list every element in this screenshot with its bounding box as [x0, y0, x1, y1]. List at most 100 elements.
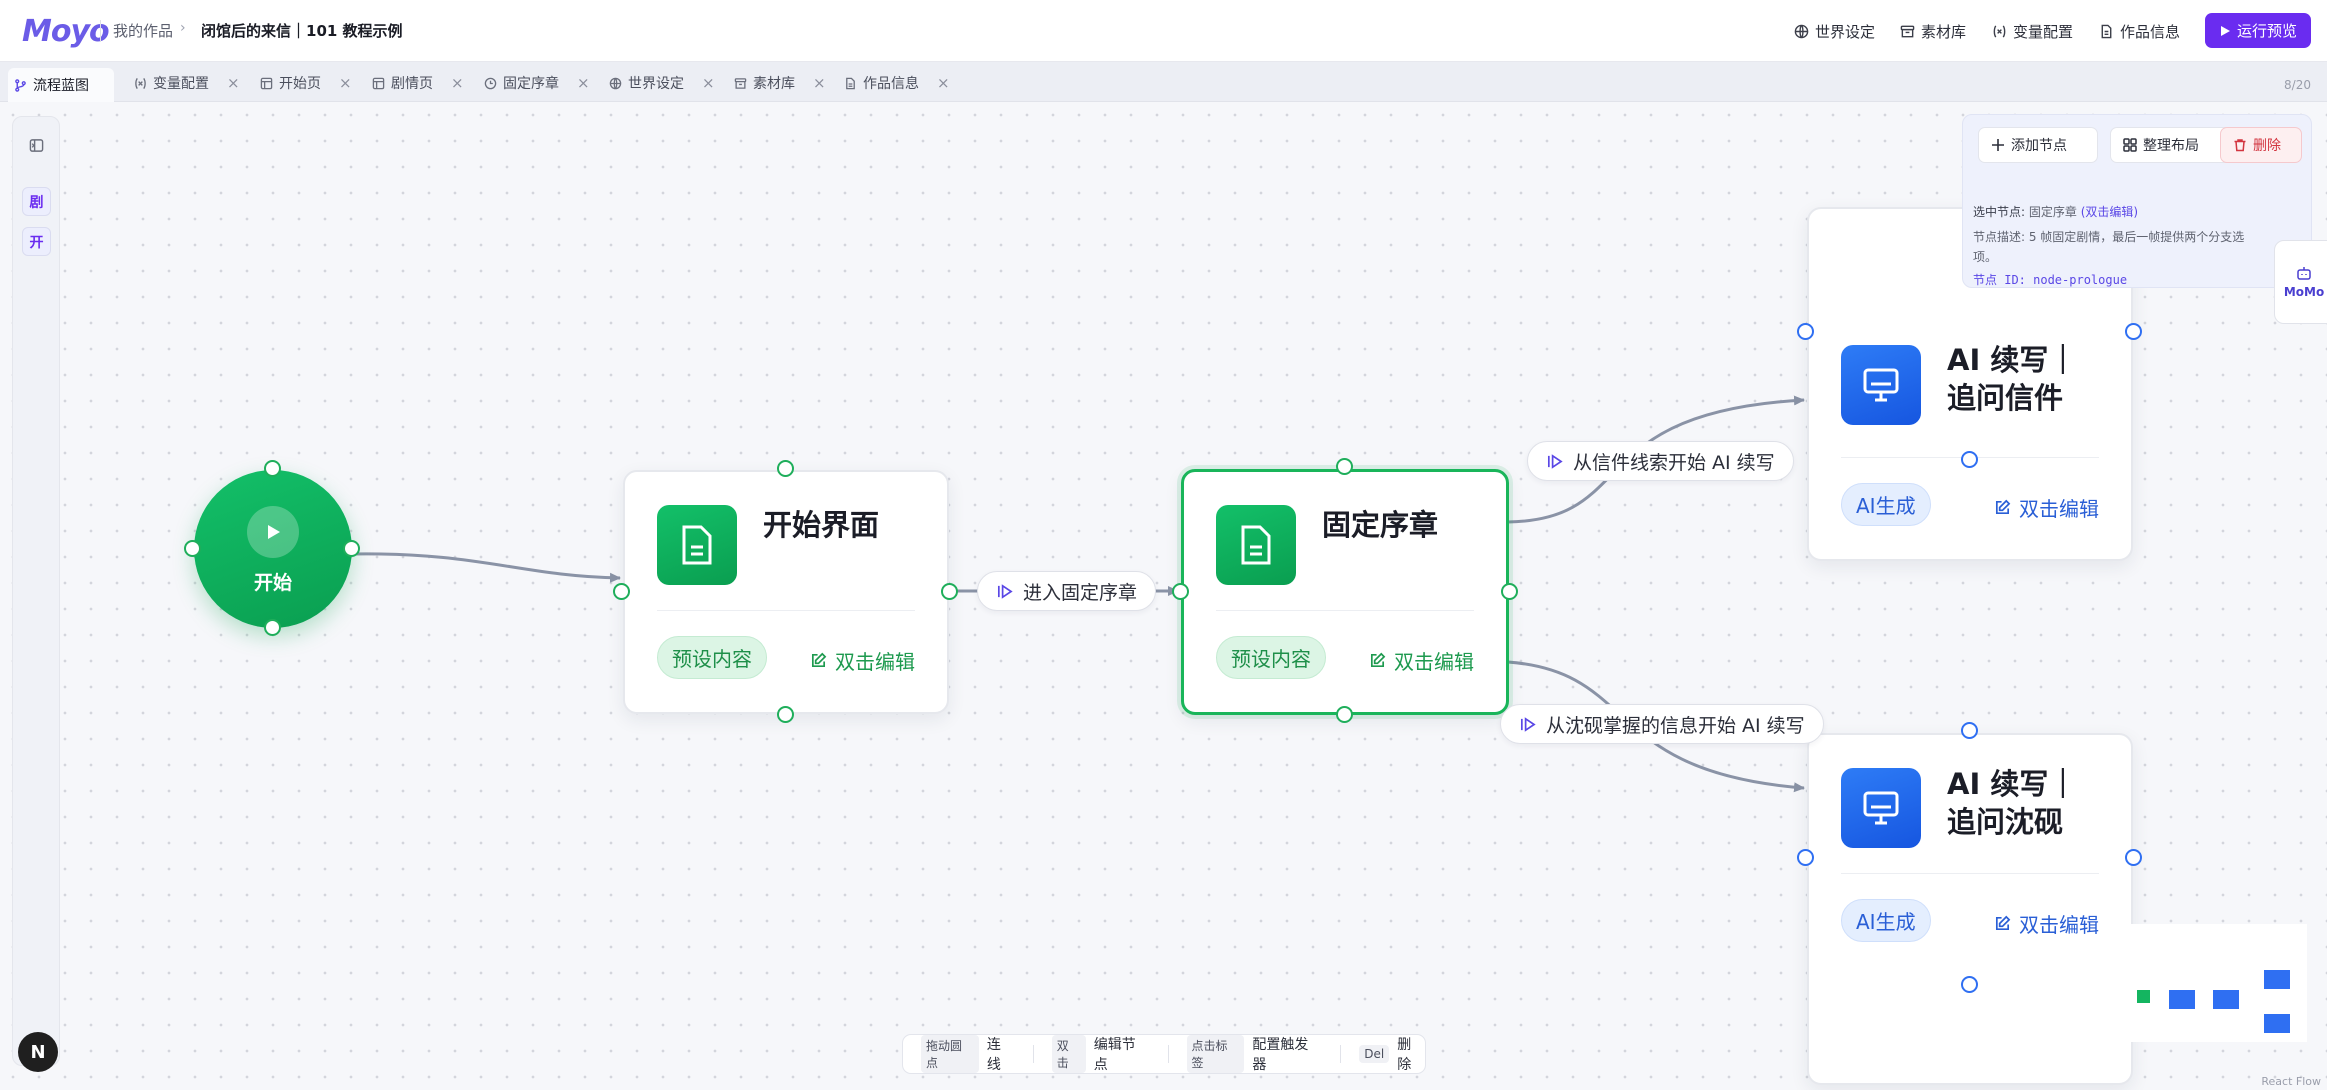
double-click-edit-link[interactable]: 双击编辑	[810, 646, 915, 675]
hint-divider	[1167, 1045, 1169, 1063]
tab-label: 素材库	[753, 76, 795, 92]
minimap[interactable]	[2113, 924, 2307, 1042]
minimap-node-start	[2137, 990, 2150, 1003]
close-icon[interactable]: ×	[339, 74, 352, 92]
close-icon[interactable]: ×	[813, 74, 826, 92]
edge-label-to-prologue[interactable]: 进入固定序章	[977, 571, 1157, 611]
minimap-node	[2264, 970, 2290, 989]
close-icon[interactable]: ×	[937, 74, 950, 92]
header-link-label: 作品信息	[2120, 22, 2181, 41]
header-link-label: 世界设定	[1815, 22, 1876, 41]
handle-start-right[interactable]	[343, 540, 360, 557]
header-divider	[100, 20, 101, 42]
edge-label-to-yan[interactable]: 从沈砚掌握的信息开始 AI 续写	[1500, 704, 1824, 744]
handle-startpage-left[interactable]	[613, 583, 630, 600]
preset-badge: 预设内容	[657, 636, 767, 679]
handle-yan-bottom[interactable]	[1961, 976, 1978, 993]
react-flow-attribution[interactable]: React Flow	[2261, 1075, 2321, 1088]
edge-label-text: 从信件线索开始 AI 续写	[1573, 451, 1775, 474]
close-icon[interactable]: ×	[451, 74, 464, 92]
handle-start-bottom[interactable]	[264, 619, 281, 636]
node-prologue[interactable]: 固定序章 预设内容 双击编辑	[1181, 469, 1509, 715]
add-node-button[interactable]: 添加节点	[1978, 127, 2098, 163]
variable-icon	[1993, 24, 2006, 38]
flow-canvas[interactable]: 剧 开 N 开始 开始界面 预设内容 双击编辑 固定序章 预设内容 双击编辑 A…	[0, 102, 2327, 1090]
handle-prologue-bottom[interactable]	[1336, 706, 1353, 723]
hint-key: 拖动圆点	[921, 1035, 979, 1073]
handle-startpage-bottom[interactable]	[777, 706, 794, 723]
node-title: AI 续写｜ 追问信件	[1947, 341, 2077, 417]
handle-yan-right[interactable]	[2125, 849, 2142, 866]
file-icon	[2101, 24, 2112, 38]
delete-button[interactable]: 删除	[2220, 127, 2302, 163]
tab-variables[interactable]: 变量配置 ×	[128, 68, 246, 98]
start-node[interactable]: 开始	[194, 470, 352, 628]
edit-link-label: 双击编辑	[835, 650, 915, 674]
edge-label-to-letter[interactable]: 从信件线索开始 AI 续写	[1527, 441, 1794, 481]
handle-letter-right[interactable]	[2125, 323, 2142, 340]
close-icon[interactable]: ×	[702, 74, 715, 92]
handle-startpage-right[interactable]	[941, 583, 958, 600]
robot-icon	[2297, 267, 2311, 280]
handle-startpage-top[interactable]	[777, 460, 794, 477]
arrange-layout-label: 整理布局	[2143, 138, 2199, 154]
close-icon[interactable]: ×	[577, 74, 590, 92]
run-preview-button[interactable]: 运行预览	[2205, 13, 2311, 48]
next-badge-icon[interactable]: N	[18, 1032, 58, 1072]
tab-label: 作品信息	[863, 76, 919, 92]
arrange-layout-button[interactable]: 整理布局	[2110, 127, 2234, 163]
left-rail: 剧 开	[12, 116, 60, 1066]
tab-assets[interactable]: 素材库 ×	[728, 68, 832, 98]
tab-story-page[interactable]: 剧情页 ×	[366, 68, 470, 98]
selected-node-id: 节点 ID: node-prologue	[1973, 273, 2128, 287]
app-header: Moyo 我的作品 › 闭馆后的来信｜101 教程示例 世界设定 素材库 变量配…	[0, 0, 2327, 62]
double-click-edit-link[interactable]: 双击编辑	[1994, 493, 2099, 522]
header-link-world[interactable]: 世界设定	[1794, 18, 1875, 44]
tab-start-page[interactable]: 开始页 ×	[254, 68, 358, 98]
tab-world[interactable]: 世界设定 ×	[603, 68, 721, 98]
handle-start-left[interactable]	[184, 540, 201, 557]
app-logo[interactable]: Moyo	[22, 14, 110, 49]
document-icon	[1216, 505, 1296, 585]
panel-toggle-icon[interactable]	[22, 131, 51, 160]
handle-prologue-top[interactable]	[1336, 458, 1353, 475]
close-icon[interactable]: ×	[227, 74, 240, 92]
breadcrumb-root[interactable]: 我的作品	[113, 20, 173, 41]
selection-panel: 添加节点 整理布局 删除 选中节点: 固定序章 (双击编辑) 节点描述: 5 帧…	[1962, 114, 2312, 288]
edge-start-to-startpage[interactable]	[351, 552, 621, 583]
node-divider	[657, 610, 915, 611]
edit-icon	[1995, 499, 2011, 515]
rail-button-story[interactable]: 剧	[22, 187, 51, 216]
play-icon	[2220, 25, 2230, 36]
handle-letter-bottom[interactable]	[1961, 451, 1978, 468]
node-ai-yan[interactable]: AI 续写｜ 追问沈砚 AI生成 双击编辑	[1807, 733, 2133, 1085]
layout-icon	[260, 77, 273, 89]
selected-node-edit-hint[interactable]: (双击编辑)	[2081, 205, 2138, 219]
handle-letter-left[interactable]	[1797, 323, 1814, 340]
selected-node-line: 选中节点: 固定序章 (双击编辑)	[1973, 203, 2138, 220]
handle-yan-top[interactable]	[1961, 722, 1978, 739]
trigger-icon	[997, 583, 1013, 599]
handle-yan-left[interactable]	[1797, 849, 1814, 866]
double-click-edit-link[interactable]: 双击编辑	[1369, 646, 1474, 675]
selected-node-name: 固定序章	[2028, 205, 2077, 219]
preset-badge: 预设内容	[1216, 636, 1326, 679]
tab-flow-blueprint[interactable]: 流程蓝图	[8, 68, 114, 102]
rail-button-start[interactable]: 开	[22, 227, 51, 256]
tab-prologue[interactable]: 固定序章 ×	[478, 68, 596, 98]
node-title: AI 续写｜ 追问沈砚	[1947, 765, 2077, 841]
trigger-icon	[1520, 716, 1536, 732]
trigger-icon	[1547, 453, 1563, 469]
handle-start-top[interactable]	[264, 460, 281, 477]
double-click-edit-link[interactable]: 双击编辑	[1994, 909, 2099, 938]
handle-prologue-right[interactable]	[1501, 583, 1518, 600]
handle-prologue-left[interactable]	[1172, 583, 1189, 600]
delete-label: 删除	[2253, 138, 2281, 154]
header-link-assets[interactable]: 素材库	[1900, 18, 1966, 44]
header-link-variables[interactable]: 变量配置	[1992, 18, 2073, 44]
tab-work-info[interactable]: 作品信息 ×	[838, 68, 956, 98]
node-start-page[interactable]: 开始界面 预设内容 双击编辑	[623, 470, 949, 714]
tab-label: 流程蓝图	[33, 78, 89, 94]
header-link-info[interactable]: 作品信息	[2099, 18, 2180, 44]
momo-assistant-button[interactable]: MoMo	[2274, 240, 2327, 324]
